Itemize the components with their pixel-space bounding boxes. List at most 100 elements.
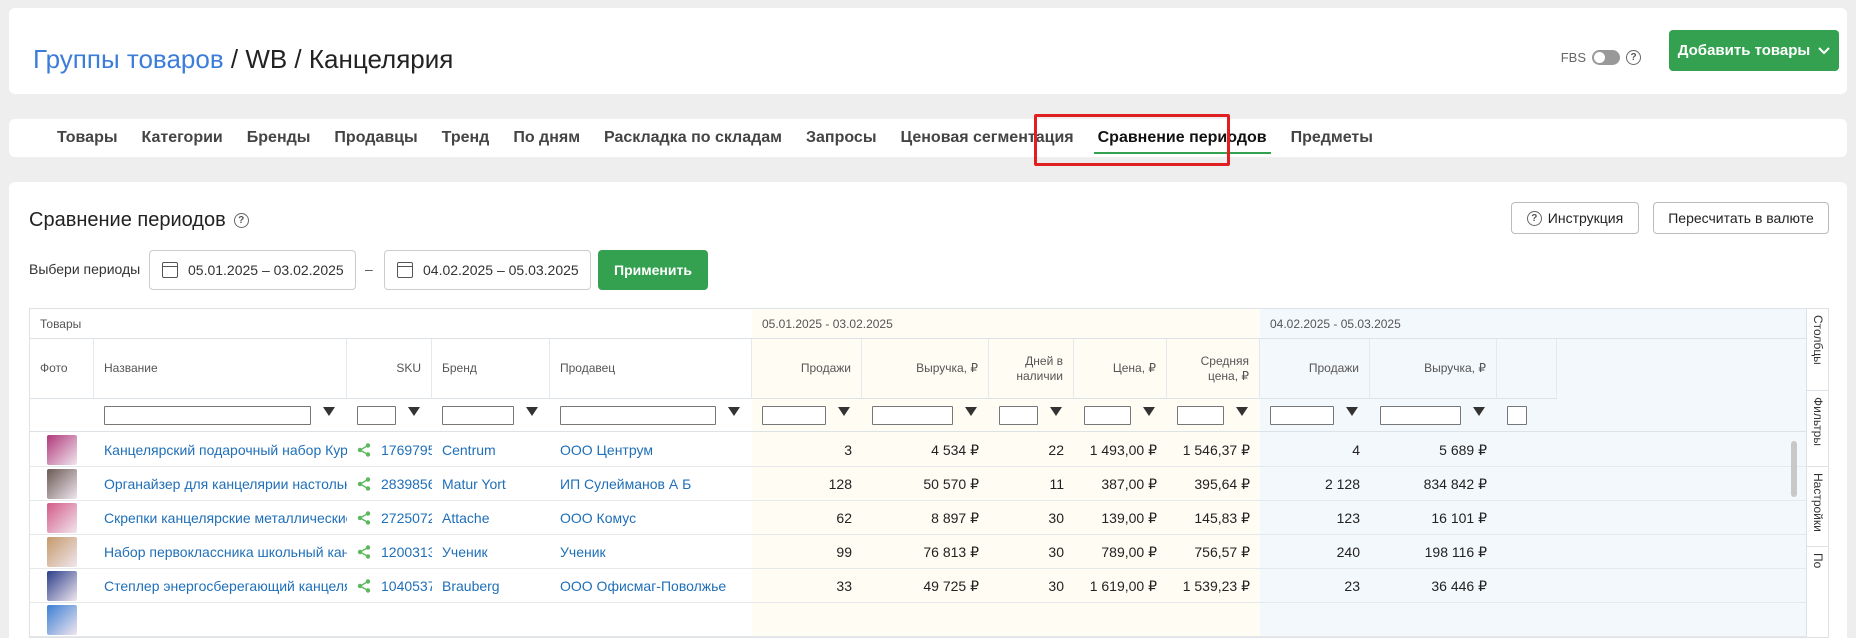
column-header-p1-days[interactable]: Дней в наличии: [989, 339, 1074, 399]
filter-input[interactable]: [1270, 406, 1334, 425]
column-header-brand[interactable]: Бренд: [432, 339, 550, 399]
seller-cell[interactable]: [550, 603, 752, 637]
filter-icon[interactable]: [728, 407, 740, 416]
column-header-p1-price[interactable]: Цена, ₽: [1074, 339, 1167, 399]
column-header-p1-sales[interactable]: Продажи: [752, 339, 862, 399]
vertical-scrollbar[interactable]: [1790, 437, 1798, 637]
product-photo[interactable]: [47, 469, 77, 499]
sku-link[interactable]: 17697959`: [381, 442, 432, 458]
share-icon[interactable]: [357, 579, 371, 593]
table-row[interactable]: Степлер энергосберегающий канцелярс… 1040…: [30, 569, 1808, 603]
name-cell[interactable]: Степлер энергосберегающий канцелярс…: [94, 569, 347, 603]
name-cell[interactable]: Набор первоклассника школьный канце…: [94, 535, 347, 569]
product-photo[interactable]: [47, 571, 77, 601]
filter-icon[interactable]: [408, 407, 420, 416]
fbs-toggle[interactable]: [1592, 50, 1620, 65]
breadcrumb-link-product-groups[interactable]: Группы товаров: [33, 44, 224, 74]
filter-input[interactable]: [442, 406, 514, 425]
sku-link[interactable]: 10405371: [381, 578, 432, 594]
filter-icon[interactable]: [1346, 407, 1358, 416]
tab-10[interactable]: Предметы: [1279, 119, 1385, 157]
period2-date-picker[interactable]: 04.02.2025 – 05.03.2025: [384, 250, 591, 290]
column-header-seller[interactable]: Продавец: [550, 339, 752, 399]
side-tab-3[interactable]: По: [1807, 547, 1828, 637]
instruction-button[interactable]: ? Инструкция: [1511, 202, 1639, 234]
tab-6[interactable]: Раскладка по складам: [592, 119, 794, 157]
filter-input[interactable]: [999, 406, 1038, 425]
tab-7[interactable]: Запросы: [794, 119, 888, 157]
tab-9[interactable]: Сравнение периодов: [1086, 119, 1279, 157]
share-icon[interactable]: [357, 477, 371, 491]
brand-cell[interactable]: Centrum: [432, 433, 550, 467]
period1-date-picker[interactable]: 05.01.2025 – 03.02.2025: [149, 250, 356, 290]
filter-input[interactable]: [104, 406, 311, 425]
name-cell[interactable]: Скрепки канцелярские металлические 2…: [94, 501, 347, 535]
table-row[interactable]: Канцелярский подарочный набор Куром… 1769…: [30, 433, 1808, 467]
column-header-name[interactable]: Название: [94, 339, 347, 399]
table-row[interactable]: Скрепки канцелярские металлические 2… 272…: [30, 501, 1808, 535]
filter-input[interactable]: [762, 406, 826, 425]
filter-input[interactable]: [1084, 406, 1131, 425]
help-icon[interactable]: ?: [1626, 50, 1641, 65]
product-photo[interactable]: [47, 503, 77, 533]
product-photo[interactable]: [47, 435, 77, 465]
table-row[interactable]: [30, 603, 1808, 637]
product-photo[interactable]: [47, 537, 77, 567]
sku-link[interactable]: 28398560`: [381, 476, 432, 492]
filter-input[interactable]: [357, 406, 396, 425]
help-icon[interactable]: ?: [233, 213, 249, 228]
filter-input[interactable]: [1507, 406, 1527, 425]
share-icon[interactable]: [357, 511, 371, 525]
name-cell[interactable]: Органайзер для канцелярии настольный…: [94, 467, 347, 501]
seller-cell[interactable]: Ученик: [550, 535, 752, 569]
brand-cell[interactable]: Attache: [432, 501, 550, 535]
filter-icon[interactable]: [1143, 407, 1155, 416]
brand-cell[interactable]: Ученик: [432, 535, 550, 569]
seller-cell[interactable]: ООО Офисмаг-Поволжье: [550, 569, 752, 603]
name-cell[interactable]: Канцелярский подарочный набор Куром…: [94, 433, 347, 467]
column-header-p2-sales[interactable]: Продажи: [1260, 339, 1370, 399]
seller-cell[interactable]: ИП Сулейманов А Б: [550, 467, 752, 501]
filter-icon[interactable]: [1473, 407, 1485, 416]
side-tab-1[interactable]: Фильтры: [1807, 391, 1828, 467]
share-icon[interactable]: [357, 443, 371, 457]
table-row[interactable]: Набор первоклассника школьный канце… 1200…: [30, 535, 1808, 569]
apply-button[interactable]: Применить: [598, 250, 708, 290]
filter-icon[interactable]: [323, 407, 335, 416]
filter-icon[interactable]: [1236, 407, 1248, 416]
scroll-thumb[interactable]: [1791, 441, 1797, 497]
share-icon[interactable]: [357, 545, 371, 559]
column-header-p2-extra[interactable]: [1497, 339, 1557, 399]
filter-input[interactable]: [560, 406, 716, 425]
column-header-p1-avg-price[interactable]: Средняя цена, ₽: [1167, 339, 1260, 399]
seller-cell[interactable]: ООО Центрум: [550, 433, 752, 467]
brand-cell[interactable]: [432, 603, 550, 637]
filter-icon[interactable]: [1050, 407, 1062, 416]
filter-input[interactable]: [872, 406, 953, 425]
brand-cell[interactable]: Brauberg: [432, 569, 550, 603]
seller-cell[interactable]: ООО Комус: [550, 501, 752, 535]
column-header-p2-revenue[interactable]: Выручка, ₽: [1370, 339, 1497, 399]
recalc-currency-button[interactable]: Пересчитать в валюте: [1653, 202, 1829, 234]
filter-icon[interactable]: [526, 407, 538, 416]
brand-cell[interactable]: Matur Yort: [432, 467, 550, 501]
column-header-sku[interactable]: SKU: [347, 339, 432, 399]
tab-8[interactable]: Ценовая сегментация: [888, 119, 1085, 157]
tab-3[interactable]: Продавцы: [322, 119, 429, 157]
filter-icon[interactable]: [838, 407, 850, 416]
side-tab-2[interactable]: Настройки: [1807, 467, 1828, 547]
column-header-p1-revenue[interactable]: Выручка, ₽: [862, 339, 989, 399]
side-tab-0[interactable]: Столбцы: [1807, 309, 1828, 391]
tab-5[interactable]: По дням: [501, 119, 592, 157]
tab-2[interactable]: Бренды: [235, 119, 323, 157]
tab-4[interactable]: Тренд: [430, 119, 502, 157]
add-products-button[interactable]: Добавить товары: [1669, 30, 1839, 71]
column-header-photo[interactable]: Фото: [30, 339, 94, 399]
tab-0[interactable]: Товары: [45, 119, 130, 157]
table-row[interactable]: Органайзер для канцелярии настольный… 283…: [30, 467, 1808, 501]
sku-link[interactable]: 12003137`: [381, 544, 432, 560]
product-photo[interactable]: [47, 605, 77, 635]
filter-input[interactable]: [1380, 406, 1461, 425]
filter-icon[interactable]: [965, 407, 977, 416]
filter-input[interactable]: [1177, 406, 1224, 425]
